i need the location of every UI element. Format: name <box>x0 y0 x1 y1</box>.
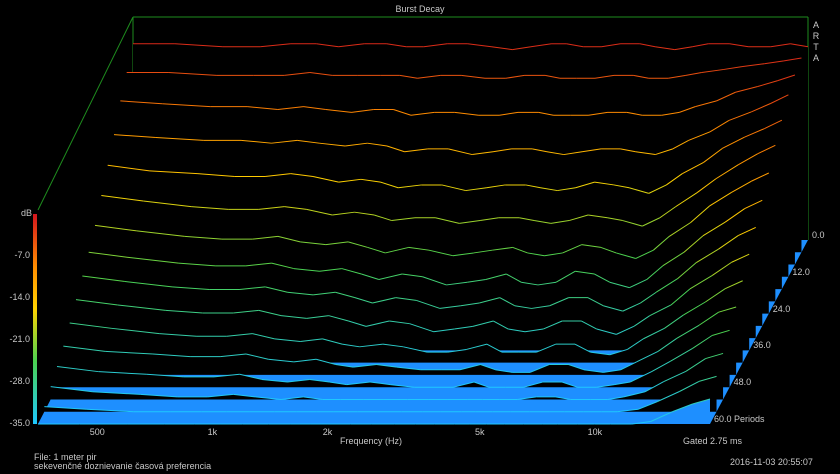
colorbar <box>33 214 37 424</box>
y-tick-label: 24.0 <box>772 303 791 314</box>
y-tick-label: 0.0 <box>812 230 825 240</box>
timestamp-label: 2016-11-03 20:55:07 <box>730 457 813 467</box>
x-tick-label: 1k <box>207 427 218 437</box>
arta-letter: T <box>813 42 819 52</box>
z-axis-label: dB <box>21 208 33 218</box>
y-tick-label: 12.0 <box>792 266 810 277</box>
waterfall-surface <box>38 43 809 425</box>
z-tick-label: -21.0 <box>9 334 30 344</box>
z-tick-label: -35.0 <box>9 418 30 428</box>
gated-label: Gated 2.75 ms <box>683 436 743 446</box>
z-tick-label: -14.0 <box>9 292 30 302</box>
x-tick-label: 2k <box>322 427 333 437</box>
arta-brand: ARTA <box>811 20 821 64</box>
arta-letter: R <box>812 31 820 41</box>
z-tick-label: -28.0 <box>9 376 30 386</box>
description-label: sekevenčné doznievanie časová preferenci… <box>34 461 212 471</box>
chart-title: Burst Decay <box>395 4 445 14</box>
x-tick-label: 500 <box>89 427 105 437</box>
y-tick-label: 60.0 Periods <box>714 414 765 424</box>
arta-letter: A <box>812 53 819 63</box>
y-tick-label: 48.0 <box>733 377 752 388</box>
x-axis-label: Frequency (Hz) <box>339 436 403 446</box>
x-tick-label: 10k <box>587 427 603 437</box>
x-tick-label: 5k <box>474 427 485 437</box>
y-tick-label: 36.0 <box>753 340 771 351</box>
arta-letter: A <box>812 20 819 30</box>
waterfall-plot <box>33 16 809 425</box>
z-tick-label: -7.0 <box>14 250 30 260</box>
